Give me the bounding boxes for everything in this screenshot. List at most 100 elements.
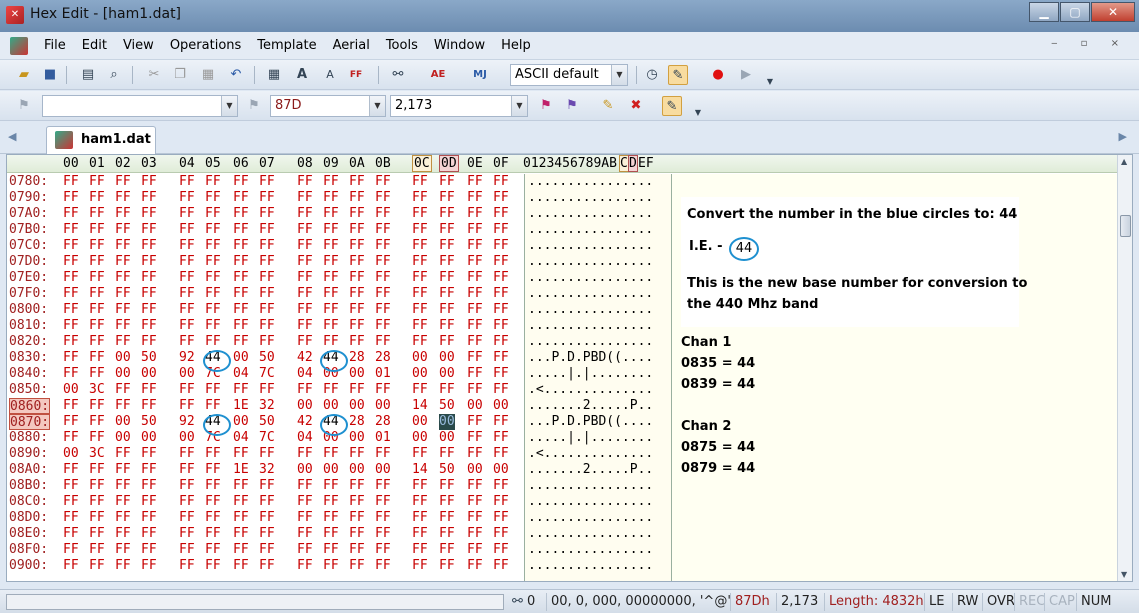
hex-byte[interactable]: 28: [349, 414, 365, 430]
hex-byte[interactable]: FF: [412, 334, 428, 350]
ascii-row[interactable]: ................: [528, 238, 653, 254]
hex-byte[interactable]: FF: [412, 254, 428, 270]
hex-byte[interactable]: FF: [63, 190, 79, 206]
hex-byte[interactable]: FF: [205, 462, 221, 478]
ascii-row[interactable]: ................: [528, 302, 653, 318]
case-icon[interactable]: AE: [428, 65, 448, 85]
ascii-row[interactable]: .<..............: [528, 382, 653, 398]
hex-byte[interactable]: FF: [493, 478, 509, 494]
hex-byte[interactable]: FF: [375, 206, 391, 222]
hex-byte[interactable]: FF: [349, 446, 365, 462]
menu-template[interactable]: Template: [257, 38, 316, 53]
hex-byte[interactable]: FF: [115, 318, 131, 334]
hex-byte[interactable]: 00: [439, 414, 455, 430]
hex-byte[interactable]: FF: [141, 190, 157, 206]
hex-byte[interactable]: FF: [179, 286, 195, 302]
hex-byte[interactable]: FF: [141, 494, 157, 510]
hex-byte[interactable]: 00: [323, 462, 339, 478]
hex-byte[interactable]: 00: [375, 398, 391, 414]
hex-byte[interactable]: FF: [259, 510, 275, 526]
hex-byte[interactable]: FF: [493, 510, 509, 526]
chevron-down-icon[interactable]: ▼: [611, 65, 627, 85]
hex-byte[interactable]: 00: [467, 462, 483, 478]
hex-byte[interactable]: 00: [439, 350, 455, 366]
hex-byte[interactable]: FF: [63, 270, 79, 286]
hex-byte[interactable]: FF: [297, 382, 313, 398]
hex-byte[interactable]: FF: [439, 174, 455, 190]
hex-byte[interactable]: 00: [349, 462, 365, 478]
hex-byte[interactable]: FF: [63, 254, 79, 270]
hex-byte[interactable]: FF: [439, 270, 455, 286]
hex-byte[interactable]: 50: [259, 414, 275, 430]
hex-byte[interactable]: FF: [375, 382, 391, 398]
hex-byte[interactable]: 14: [412, 398, 428, 414]
hex-byte[interactable]: FF: [375, 494, 391, 510]
hex-byte[interactable]: FF: [115, 446, 131, 462]
hex-byte[interactable]: FF: [89, 398, 105, 414]
hex-byte[interactable]: FF: [439, 334, 455, 350]
hex-byte[interactable]: FF: [349, 510, 365, 526]
hex-byte[interactable]: FF: [349, 270, 365, 286]
scroll-up-icon[interactable]: ▲: [1121, 157, 1127, 166]
scroll-down-icon[interactable]: ▼: [1121, 570, 1127, 579]
hex-address-combo[interactable]: 87D ▼: [270, 95, 386, 117]
hex-byte[interactable]: FF: [233, 190, 249, 206]
hex-byte[interactable]: FF: [297, 222, 313, 238]
hex-byte[interactable]: 00: [115, 350, 131, 366]
hex-byte[interactable]: 00: [412, 350, 428, 366]
hex-byte[interactable]: FF: [297, 174, 313, 190]
hex-byte[interactable]: FF: [115, 190, 131, 206]
hex-byte[interactable]: FF: [63, 334, 79, 350]
hex-byte[interactable]: FF: [63, 318, 79, 334]
hex-byte[interactable]: FF: [467, 510, 483, 526]
hex-byte[interactable]: FF: [205, 238, 221, 254]
hex-byte[interactable]: 14: [412, 462, 428, 478]
hex-byte[interactable]: FF: [323, 558, 339, 574]
hex-byte[interactable]: FF: [233, 174, 249, 190]
hex-byte[interactable]: FF: [115, 286, 131, 302]
hex-byte[interactable]: 50: [259, 350, 275, 366]
hex-byte[interactable]: 00: [493, 462, 509, 478]
hex-byte[interactable]: FF: [63, 286, 79, 302]
hex-byte[interactable]: 00: [412, 430, 428, 446]
vertical-scrollbar[interactable]: ▲ ▼: [1117, 155, 1132, 581]
hex-byte[interactable]: FF: [323, 318, 339, 334]
chevron-down-icon[interactable]: ▼: [511, 96, 527, 116]
hex-byte[interactable]: FF: [493, 206, 509, 222]
hex-byte[interactable]: FF: [323, 222, 339, 238]
hex-byte[interactable]: FF: [412, 526, 428, 542]
hex-byte[interactable]: FF: [205, 286, 221, 302]
hex-byte[interactable]: FF: [89, 174, 105, 190]
hex-byte[interactable]: FF: [89, 414, 105, 430]
hex-byte[interactable]: FF: [467, 414, 483, 430]
hex-byte[interactable]: FF: [63, 510, 79, 526]
ascii-row[interactable]: ................: [528, 270, 653, 286]
hex-byte[interactable]: 42: [297, 414, 313, 430]
hex-byte[interactable]: 50: [141, 350, 157, 366]
hex-byte[interactable]: FF: [375, 478, 391, 494]
hex-byte[interactable]: FF: [233, 382, 249, 398]
hex-byte[interactable]: FF: [323, 270, 339, 286]
hex-byte[interactable]: FF: [205, 542, 221, 558]
hex-byte[interactable]: FF: [205, 222, 221, 238]
hex-byte[interactable]: 3C: [89, 382, 105, 398]
hex-byte[interactable]: FF: [297, 318, 313, 334]
hex-byte[interactable]: FF: [179, 510, 195, 526]
ascii-row[interactable]: ................: [528, 558, 653, 574]
toolbar-overflow-icon[interactable]: ▼: [760, 72, 780, 92]
hex-byte[interactable]: FF: [115, 526, 131, 542]
hex-byte[interactable]: FF: [141, 206, 157, 222]
hex-byte[interactable]: FF: [349, 542, 365, 558]
hex-byte[interactable]: FF: [63, 238, 79, 254]
highlighter-icon[interactable]: ✎: [668, 65, 688, 85]
hex-byte[interactable]: FF: [259, 238, 275, 254]
hex-byte[interactable]: FF: [259, 478, 275, 494]
hex-byte[interactable]: FF: [141, 174, 157, 190]
hex-byte[interactable]: FF: [205, 174, 221, 190]
hex-byte[interactable]: FF: [259, 190, 275, 206]
hex-byte[interactable]: FF: [205, 558, 221, 574]
hex-byte[interactable]: FF: [141, 462, 157, 478]
font-increase-icon[interactable]: A: [292, 65, 312, 85]
hex-byte[interactable]: FF: [205, 302, 221, 318]
hex-byte[interactable]: FF: [493, 254, 509, 270]
